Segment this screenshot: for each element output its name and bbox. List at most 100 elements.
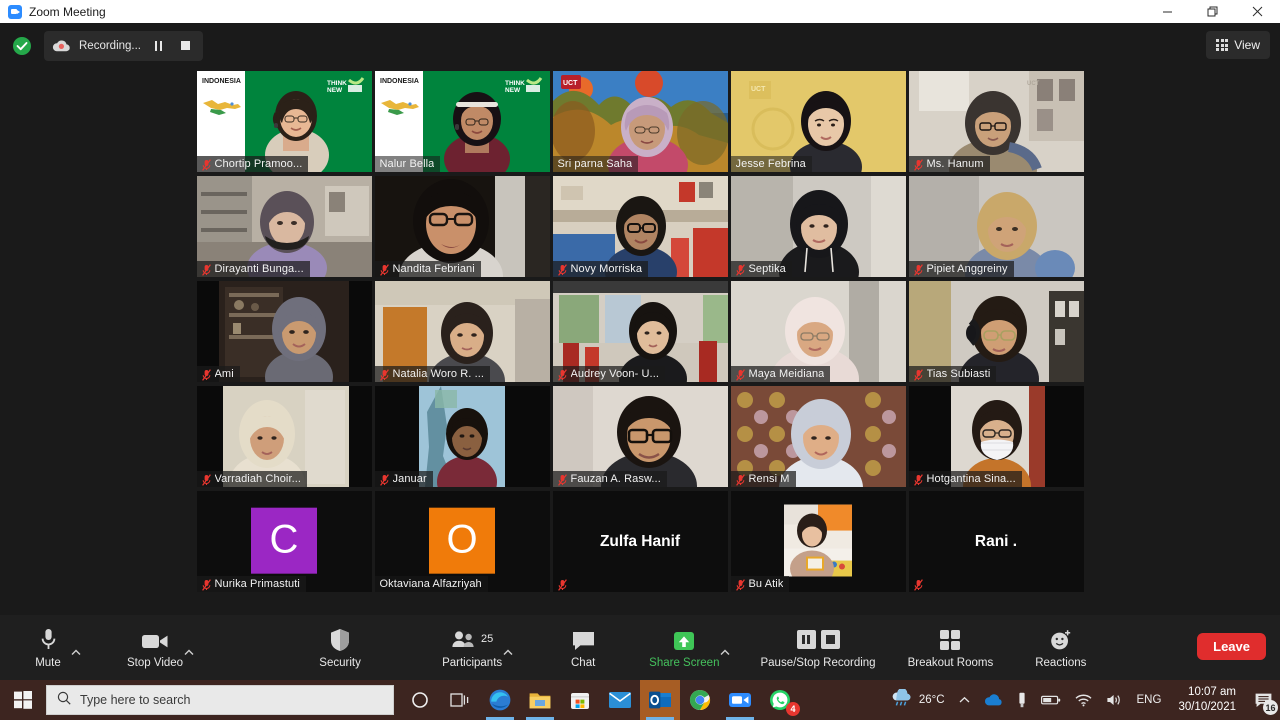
- leave-button[interactable]: Leave: [1197, 633, 1266, 660]
- people-icon: 25: [451, 626, 493, 652]
- clock-date: 30/10/2021: [1178, 701, 1236, 713]
- security-button[interactable]: Security: [318, 620, 362, 676]
- audio-options-chevron-up-icon[interactable]: [71, 648, 81, 658]
- participant-tile[interactable]: Rensi M: [730, 386, 906, 487]
- mute-button[interactable]: Mute: [26, 620, 70, 676]
- file-explorer-icon[interactable]: [520, 680, 560, 720]
- participant-name: Nurika Primastuti: [214, 578, 300, 590]
- participant-tile[interactable]: O Oktaviana Alfazriyah: [374, 491, 550, 592]
- language-indicator[interactable]: ENG: [1130, 680, 1169, 720]
- video-options-chevron-up-icon[interactable]: [184, 648, 194, 658]
- language-label: ENG: [1136, 694, 1162, 706]
- stop-video-button[interactable]: Stop Video: [127, 620, 183, 676]
- windows-logo-icon[interactable]: [0, 691, 46, 709]
- outlook-icon[interactable]: [640, 680, 680, 720]
- share-options-chevron-up-icon[interactable]: [720, 648, 730, 658]
- participant-name-bar: Bu Atik: [730, 576, 790, 592]
- participant-tile[interactable]: Varradiah Choir...: [196, 386, 372, 487]
- participant-name-bar: Nurika Primastuti: [196, 576, 306, 592]
- cortana-icon[interactable]: [400, 680, 440, 720]
- clock-time: 10:07 am: [1188, 686, 1236, 699]
- mic-muted-icon: [557, 263, 567, 276]
- mail-icon[interactable]: [600, 680, 640, 720]
- search-input[interactable]: Type here to search: [46, 685, 394, 715]
- mic-muted-icon: [735, 263, 745, 276]
- search-icon: [57, 691, 71, 710]
- stop-recording-button[interactable]: [176, 36, 195, 55]
- participant-tile[interactable]: Dirayanti Bunga...: [196, 176, 372, 277]
- pause-recording-button[interactable]: [149, 36, 168, 55]
- pause-icon[interactable]: [796, 629, 816, 649]
- participant-name-bar: Dirayanti Bunga...: [196, 261, 310, 277]
- window-controls: [1145, 0, 1280, 23]
- participant-name-bar: Oktaviana Alfazriyah: [374, 576, 488, 592]
- stop-icon[interactable]: [820, 629, 840, 649]
- participants-label: Participants: [442, 657, 503, 669]
- participant-tile[interactable]: Maya Meidiana: [730, 281, 906, 382]
- reactions-button[interactable]: Reactions: [1035, 620, 1086, 676]
- chrome-icon[interactable]: [680, 680, 720, 720]
- participant-tile[interactable]: Hotgantina Sina...: [908, 386, 1084, 487]
- temperature: 26°C: [918, 694, 945, 706]
- participant-name: Hotgantina Sina...: [926, 473, 1016, 485]
- whatsapp-icon[interactable]: 4: [760, 680, 800, 720]
- microsoft-store-icon[interactable]: [560, 680, 600, 720]
- participant-tile[interactable]: Tias Subiasti: [908, 281, 1084, 382]
- mic-muted-icon: [557, 578, 567, 591]
- breakout-grid-icon: [938, 626, 962, 652]
- participant-tile[interactable]: Natalia Woro R. ...: [374, 281, 550, 382]
- participant-tile[interactable]: Nandita Febriani: [374, 176, 550, 277]
- system-tray: 26°C ENG 10:07 am 30/10/2021 16: [884, 680, 1280, 720]
- participant-tile[interactable]: INDONESIA THINK NEW: [196, 71, 372, 172]
- mic-muted-icon: [201, 578, 211, 591]
- participant-name-bar: Jesse Febrina: [730, 156, 812, 172]
- pause-stop-recording-button[interactable]: Pause/Stop Recording: [760, 620, 876, 676]
- participant-tile[interactable]: INDONESIA THINK NEW: [374, 71, 550, 172]
- participant-tile[interactable]: UCT Ms. Hanum: [908, 71, 1084, 172]
- speaker-icon[interactable]: [1099, 680, 1130, 720]
- smiley-plus-icon: [1049, 626, 1073, 652]
- participant-tile[interactable]: Zulfa Hanif: [552, 491, 728, 592]
- participant-name: Nalur Bella: [379, 158, 435, 170]
- participant-tile[interactable]: Fauzan A. Rasw...: [552, 386, 728, 487]
- share-screen-button[interactable]: Share Screen: [649, 620, 719, 676]
- participant-tile[interactable]: Novy Morriska: [552, 176, 728, 277]
- zoom-icon[interactable]: [720, 680, 760, 720]
- participant-tile[interactable]: Januar: [374, 386, 550, 487]
- edge-icon[interactable]: [480, 680, 520, 720]
- battery-icon[interactable]: [1034, 680, 1068, 720]
- participant-tile[interactable]: UCT Sri parna Saha: [552, 71, 728, 172]
- participant-tile[interactable]: C Nurika Primastuti: [196, 491, 372, 592]
- participant-grid: INDONESIA THINK NEW Chortip Pramoo... IN…: [196, 71, 1084, 592]
- participant-name-bar: Januar: [374, 471, 433, 487]
- clock[interactable]: 10:07 am 30/10/2021: [1168, 685, 1246, 714]
- participant-tile[interactable]: Ami: [196, 281, 372, 382]
- notification-icon[interactable]: 16: [1246, 680, 1280, 720]
- participant-name-bar: Audrey Voon- U...: [552, 366, 666, 382]
- close-icon[interactable]: [1235, 0, 1280, 23]
- participant-tile[interactable]: Pipiet Anggreiny: [908, 176, 1084, 277]
- shield-check-icon[interactable]: [12, 36, 32, 56]
- minimize-icon[interactable]: [1145, 0, 1190, 23]
- task-view-icon[interactable]: [440, 680, 480, 720]
- participant-tile[interactable]: Rani .: [908, 491, 1084, 592]
- chat-button[interactable]: Chat: [561, 620, 605, 676]
- breakout-rooms-button[interactable]: Breakout Rooms: [908, 620, 993, 676]
- participants-button[interactable]: 25 Participants: [442, 620, 502, 676]
- participant-tile[interactable]: Bu Atik: [730, 491, 906, 592]
- wifi-icon[interactable]: [1068, 680, 1099, 720]
- participant-name-bar: [553, 576, 573, 592]
- participant-tile[interactable]: Audrey Voon- U...: [552, 281, 728, 382]
- weather-widget[interactable]: 26°C: [884, 680, 952, 720]
- notification-badge: 16: [1263, 700, 1278, 715]
- chevron-up-icon[interactable]: [952, 680, 977, 720]
- usb-icon[interactable]: [1010, 680, 1034, 720]
- participants-options-chevron-up-icon[interactable]: [503, 648, 513, 658]
- participant-tile[interactable]: UCT Jesse Febrina: [730, 71, 906, 172]
- view-button[interactable]: View: [1206, 31, 1270, 59]
- participant-tile[interactable]: Septika: [730, 176, 906, 277]
- restore-icon[interactable]: [1190, 0, 1235, 23]
- recording-indicator: Recording...: [44, 30, 204, 61]
- onedrive-icon[interactable]: [977, 680, 1010, 720]
- participant-name-bar: Novy Morriska: [552, 261, 649, 277]
